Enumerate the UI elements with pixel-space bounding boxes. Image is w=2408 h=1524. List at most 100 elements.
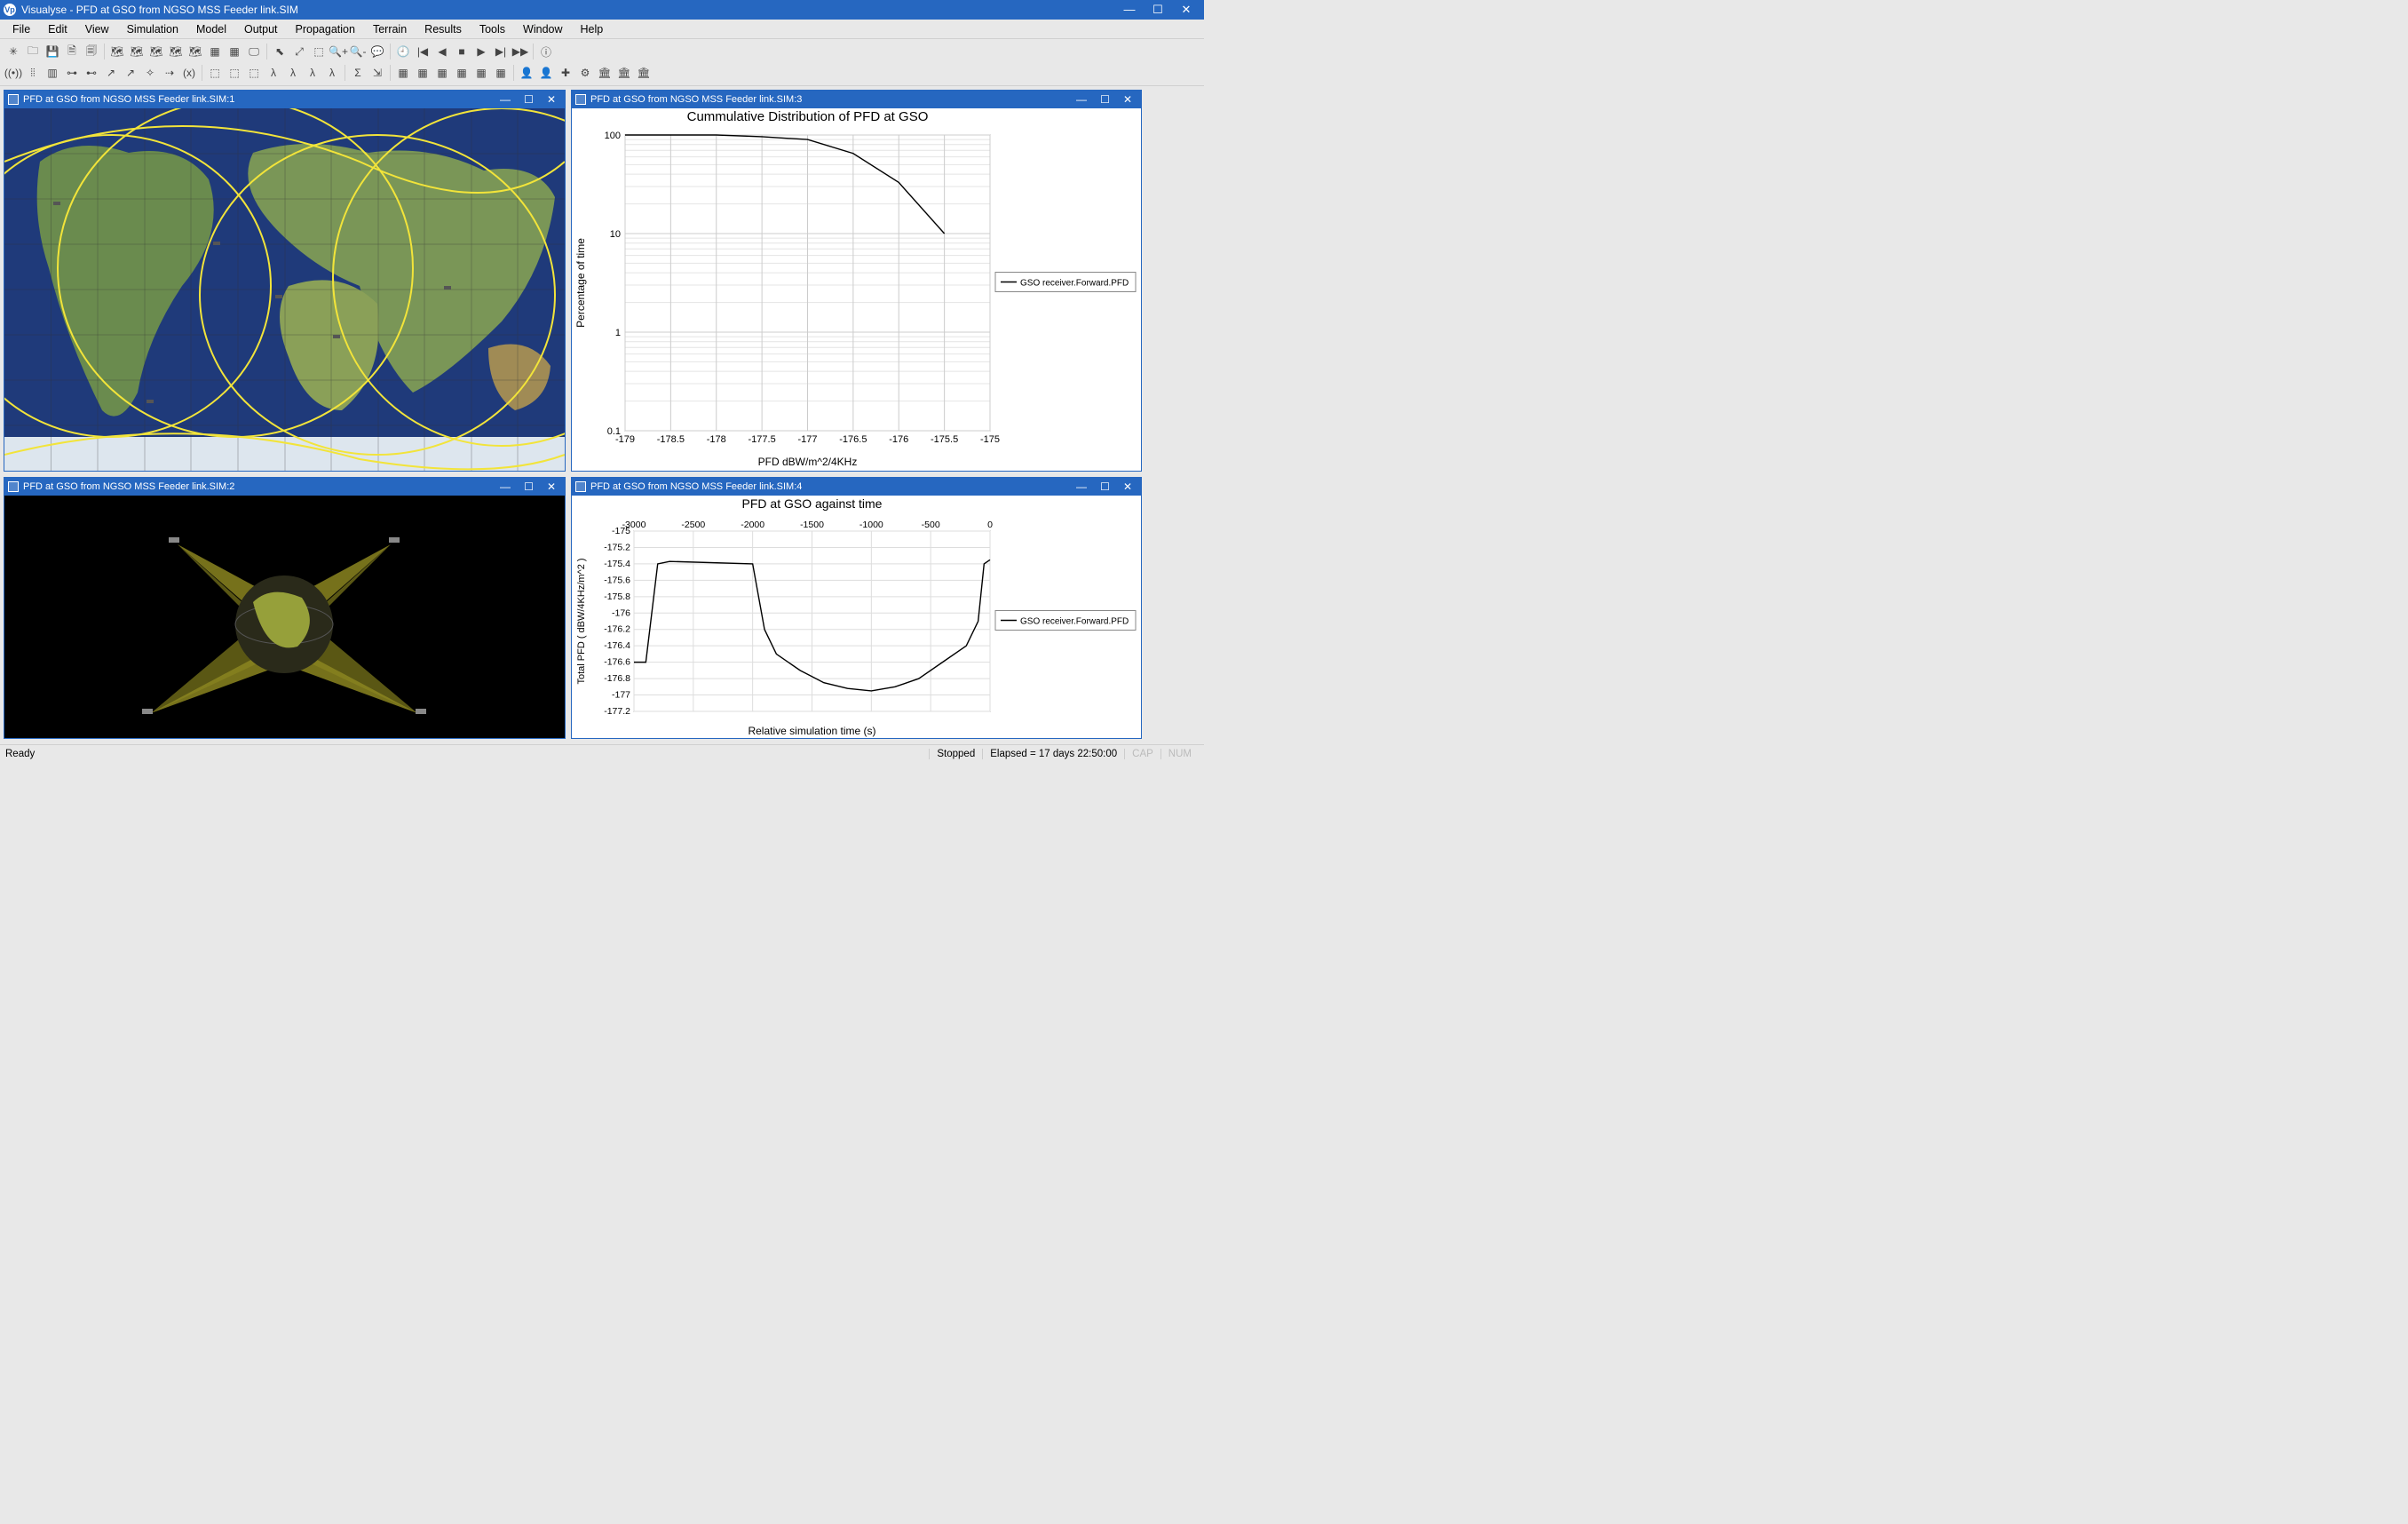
toolbar-rx3[interactable]: ⬚ [244,63,264,83]
svg-text:-176: -176 [889,434,908,445]
subwin-close[interactable]: ✕ [542,480,561,493]
toolbar-fx[interactable]: (x) [179,63,199,83]
minimize-button[interactable]: — [1115,0,1144,20]
subwin-cdf-controls: — ☐ ✕ [1071,93,1137,106]
toolbar-rew[interactable]: ◀ [432,42,452,61]
3d-viewport[interactable] [4,496,565,738]
chart-cdf-viewport[interactable]: -179-178.5-178-177.5-177-176.5-176-175.5… [572,108,1141,471]
svg-text:-178: -178 [707,434,726,445]
menu-view[interactable]: View [76,21,118,37]
subwin-map-titlebar[interactable]: PFD at GSO from NGSO MSS Feeder link.SIM… [4,91,565,108]
toolbar-view-data[interactable]: ▦ [205,42,225,61]
toolbar-view-3d[interactable]: 🗺 [147,42,166,61]
toolbar-tile1[interactable]: ▦ [393,63,413,83]
svg-text:-1000: -1000 [859,520,883,530]
toolbar-ffwd[interactable]: ▶▶ [511,42,530,61]
toolbar-rx5[interactable]: λ [283,63,303,83]
toolbar-sigma[interactable]: Σ [348,63,368,83]
subwin-time-titlebar[interactable]: PFD at GSO from NGSO MSS Feeder link.SIM… [572,478,1141,496]
menu-edit[interactable]: Edit [39,21,76,37]
subwin-min[interactable]: — [1071,93,1092,106]
toolbar-star[interactable]: ✧ [140,63,160,83]
toolbar-play[interactable]: ▶ [471,42,491,61]
menu-terrain[interactable]: Terrain [364,21,416,37]
toolbar-beam[interactable]: ▥ [43,63,62,83]
toolbar-clock[interactable]: 🕘 [393,42,413,61]
menu-window[interactable]: Window [514,21,571,37]
toolbar-zoom-area[interactable]: ⤢ [289,42,309,61]
toolbar-tile4[interactable]: ▦ [452,63,471,83]
menu-output[interactable]: Output [235,21,287,37]
toolbar-stop[interactable]: ■ [452,42,471,61]
toolbar-view-cursor[interactable]: 🗺 [186,42,205,61]
toolbar-vector[interactable]: ↗ [121,63,140,83]
toolbar-tb1[interactable]: 🏛 [595,63,614,83]
subwin-min[interactable]: — [495,93,516,106]
toolbar-tile6[interactable]: ▦ [491,63,511,83]
maximize-button[interactable]: ☐ [1144,0,1172,20]
subwin-close[interactable]: ✕ [1118,480,1137,493]
toolbar-add[interactable]: ✚ [556,63,575,83]
toolbar-doc2[interactable]: 🗐 [82,42,101,61]
toolbar-rx7[interactable]: λ [322,63,342,83]
toolbar-separator [104,44,105,60]
toolbar-tile5[interactable]: ▦ [471,63,491,83]
toolbar-tile3[interactable]: ▦ [432,63,452,83]
menu-propagation[interactable]: Propagation [287,21,364,37]
toolbar-tb3[interactable]: 🏛 [634,63,653,83]
toolbar-info[interactable]: ⓘ [536,42,556,61]
chart-time-viewport[interactable]: -3000-2500-2000-1500-1000-5000-175-175.2… [572,496,1141,738]
menu-model[interactable]: Model [187,21,235,37]
toolbar-view-watch[interactable]: 🖵 [244,42,264,61]
toolbar-cfg[interactable]: ⚙ [575,63,595,83]
toolbar-user1[interactable]: 👤 [517,63,536,83]
toolbar-rx6[interactable]: λ [303,63,322,83]
toolbar-rew-start[interactable]: |◀ [413,42,432,61]
subwin-cdf-titlebar[interactable]: PFD at GSO from NGSO MSS Feeder link.SIM… [572,91,1141,108]
toolbar-save[interactable]: 💾 [43,42,62,61]
map-viewport[interactable] [4,108,565,471]
toolbar-new[interactable]: ✳ [4,42,23,61]
menu-results[interactable]: Results [416,21,471,37]
toolbar-link2[interactable]: ⊷ [82,63,101,83]
subwin-max[interactable]: ☐ [519,480,539,493]
menu-file[interactable]: File [4,21,39,37]
subwin-3d-titlebar[interactable]: PFD at GSO from NGSO MSS Feeder link.SIM… [4,478,565,496]
toolbar-view-platecaree[interactable]: 🗺 [127,42,147,61]
toolbar-zoom-in[interactable]: 🔍+ [329,42,348,61]
toolbar-rx1[interactable]: ⬚ [205,63,225,83]
toolbar-rx4[interactable]: λ [264,63,283,83]
toolbar-user2[interactable]: 👤 [536,63,556,83]
toolbar-view-chart[interactable]: ▦ [225,42,244,61]
toolbar-tile2[interactable]: ▦ [413,63,432,83]
menu-simulation[interactable]: Simulation [118,21,187,37]
toolbar-view-mercator[interactable]: 🗺 [107,42,127,61]
toolbar-doc1[interactable]: 🗎 [62,42,82,61]
subwin-close[interactable]: ✕ [1118,93,1137,106]
toolbar-rx2[interactable]: ⬚ [225,63,244,83]
toolbar-step[interactable]: ▶| [491,42,511,61]
toolbar-arrow[interactable]: ↗ [101,63,121,83]
menu-help[interactable]: Help [572,21,613,37]
toolbar-antenna[interactable]: ((•)) [4,63,23,83]
toolbar-zoom-window[interactable]: ⬚ [309,42,329,61]
toolbar-link1[interactable]: ⊶ [62,63,82,83]
toolbar-zoom-out[interactable]: 🔍- [348,42,368,61]
subwin-max[interactable]: ☐ [1095,93,1115,106]
toolbar-tb2[interactable]: 🏛 [614,63,634,83]
subwin-max[interactable]: ☐ [519,93,539,106]
svg-text:-2000: -2000 [741,520,764,530]
toolbar-open[interactable]: 🗀 [23,42,43,61]
toolbar-export[interactable]: ⇲ [368,63,387,83]
menu-tools[interactable]: Tools [471,21,514,37]
toolbar-grid[interactable]: ⦙⦙ [23,63,43,83]
subwin-min[interactable]: — [495,480,516,493]
toolbar-pointer[interactable]: ⬉ [270,42,289,61]
toolbar-view-table[interactable]: 🗺 [166,42,186,61]
subwin-close[interactable]: ✕ [542,93,561,106]
toolbar-route[interactable]: ⇢ [160,63,179,83]
subwin-max[interactable]: ☐ [1095,480,1115,493]
toolbar-chat[interactable]: 💬 [368,42,387,61]
close-button[interactable]: ✕ [1172,0,1200,20]
subwin-min[interactable]: — [1071,480,1092,493]
